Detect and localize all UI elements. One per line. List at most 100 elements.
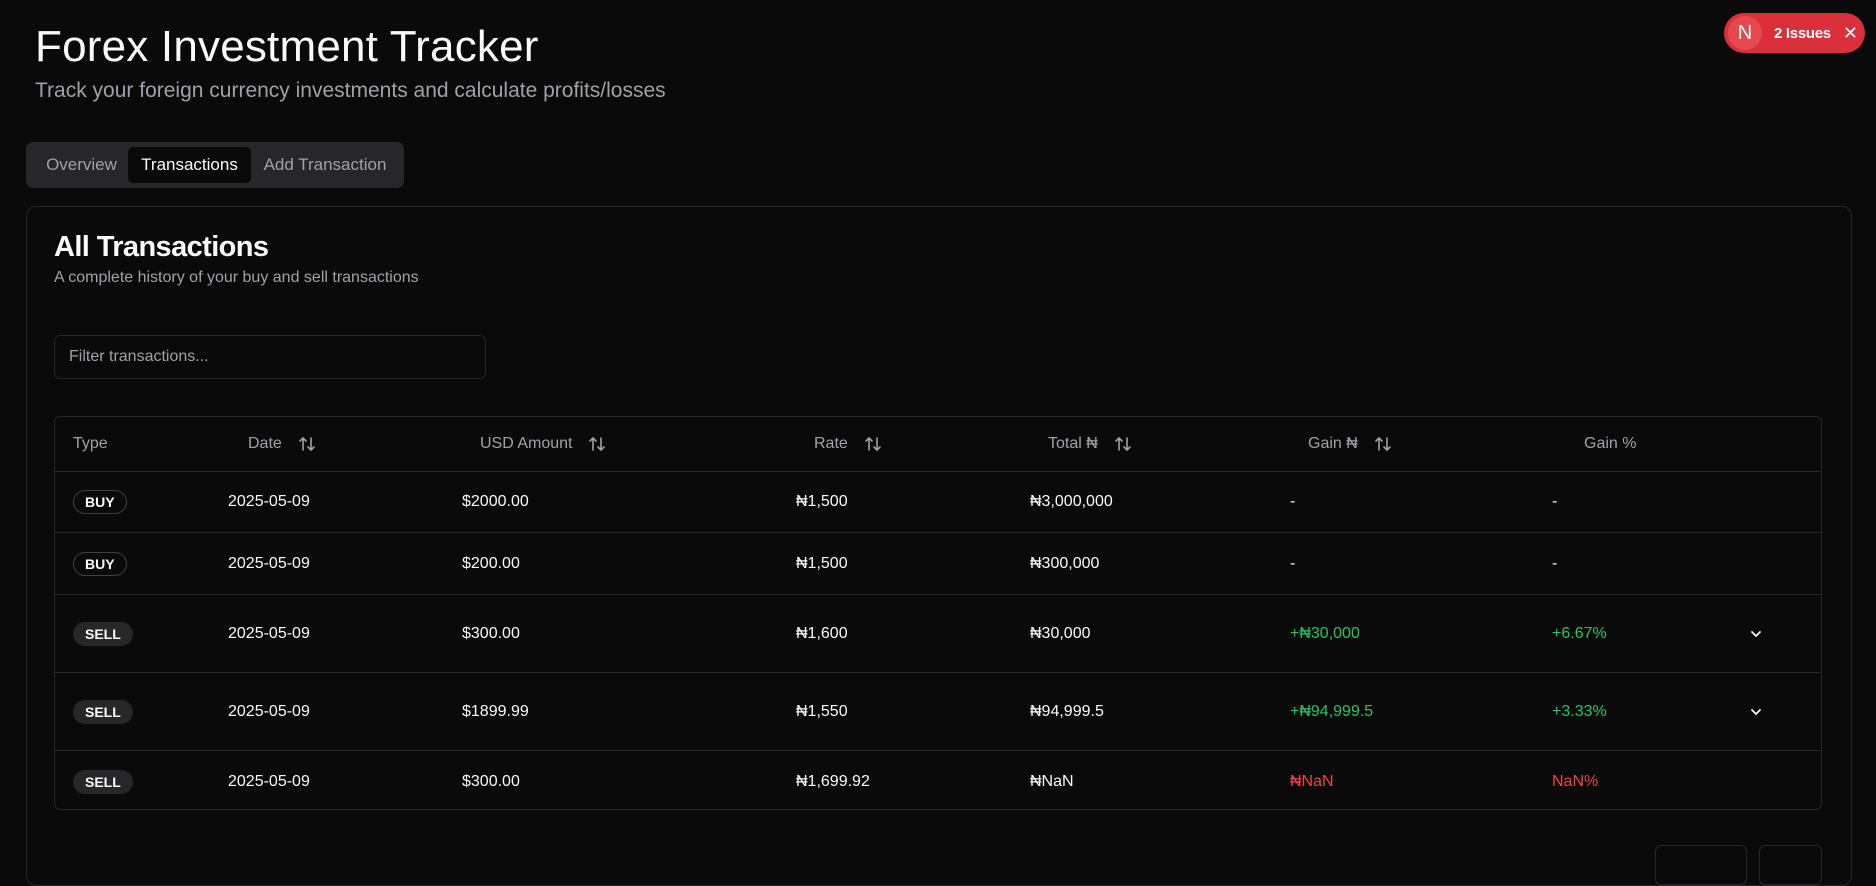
cell-value: +3.33%	[1552, 702, 1607, 720]
table-row: SELL 2025-05-09 $300.00 ₦1,699.92 ₦NaN ₦NaN Na…	[55, 751, 1821, 809]
cell-gain-pct: -	[1552, 533, 1557, 594]
page-subtitle: Track your foreign currency investments …	[35, 79, 666, 102]
type-badge: SELL	[73, 769, 133, 794]
cell-value: ₦1,500	[796, 493, 848, 510]
cell-value: +₦94,999.5	[1290, 702, 1374, 720]
cell-value: ₦1,550	[796, 702, 848, 720]
column-header-label: Date	[248, 435, 282, 452]
cell-value: ₦1,600	[796, 624, 848, 642]
card-description: A complete history of your buy and sell …	[54, 269, 419, 286]
table-row: SELL 2025-05-09 $300.00 ₦1,600 ₦30,000 +₦30,0…	[55, 595, 1821, 673]
cell-value: -	[1552, 493, 1558, 510]
issues-badge[interactable]: N 2 Issues ✕	[1724, 13, 1865, 53]
cell-type: BUY	[73, 533, 127, 594]
cell-date: 2025-05-09	[228, 472, 310, 532]
chevron-down-icon[interactable]	[1748, 673, 1764, 750]
column-header-label: Rate	[814, 435, 848, 452]
column-header-total[interactable]: Total ₦	[1048, 417, 1132, 471]
type-badge: SELL	[73, 621, 133, 646]
cell-total: ₦300,000	[1030, 533, 1099, 594]
cell-type: SELL	[73, 751, 133, 809]
column-header-label: Gain ₦	[1308, 435, 1358, 452]
column-header-label: USD Amount	[480, 435, 573, 452]
table-row: BUY 2025-05-09 $2000.00 ₦1,500 ₦3,000,000 - -	[55, 472, 1821, 533]
cell-value: ₦1,500	[796, 554, 848, 572]
sort-arrows-icon[interactable]	[864, 435, 882, 453]
transactions-table: Type Date USD Amount Rate Total ₦ Gain ₦ Gain …	[54, 416, 1822, 810]
cell-gain-pct: NaN%	[1552, 751, 1599, 809]
cell-value: ₦1,699.92	[796, 772, 870, 790]
tab-add-transaction[interactable]: Add Transaction	[252, 147, 398, 183]
next-page-button[interactable]	[1759, 845, 1822, 885]
cell-value: -	[1290, 493, 1296, 510]
cell-usd: $300.00	[462, 595, 520, 672]
sort-arrows-icon[interactable]	[298, 435, 316, 453]
cell-rate: ₦1,500	[796, 533, 848, 594]
sort-arrows-icon[interactable]	[1114, 435, 1132, 453]
cell-value: NaN%	[1552, 772, 1599, 790]
cell-usd: $1899.99	[462, 673, 529, 750]
cell-type: SELL	[73, 673, 133, 750]
cell-value: 2025-05-09	[228, 702, 310, 720]
column-header-type: Type	[73, 417, 108, 471]
cell-date: 2025-05-09	[228, 673, 310, 750]
cell-date: 2025-05-09	[228, 751, 310, 809]
tab-overview[interactable]: Overview	[32, 147, 131, 183]
cell-value: ₦94,999.5	[1030, 702, 1104, 720]
column-header-date[interactable]: Date	[248, 417, 316, 471]
cell-value: $200.00	[462, 554, 520, 572]
cell-value: 2025-05-09	[228, 772, 310, 790]
cell-value: ₦NaN	[1290, 772, 1334, 790]
cell-value: 2025-05-09	[228, 554, 310, 572]
table-header: Type Date USD Amount Rate Total ₦ Gain ₦ Gain …	[55, 417, 1821, 472]
close-icon[interactable]: ✕	[1843, 24, 1858, 42]
cell-value: $1899.99	[462, 702, 529, 720]
cell-usd: $200.00	[462, 533, 520, 594]
cell-date: 2025-05-09	[228, 533, 310, 594]
page-title: Forex Investment Tracker	[35, 22, 539, 71]
chevron-down-icon[interactable]	[1748, 595, 1764, 672]
cell-type: SELL	[73, 595, 133, 672]
cell-gain-pct: -	[1552, 472, 1557, 532]
cell-value: $300.00	[462, 624, 520, 642]
filter-input[interactable]	[54, 335, 486, 379]
cell-value: ₦3,000,000	[1030, 493, 1113, 510]
sort-arrows-icon[interactable]	[588, 435, 606, 453]
cell-total: ₦94,999.5	[1030, 673, 1104, 750]
column-header-rate[interactable]: Rate	[814, 417, 882, 471]
cell-value: ₦300,000	[1030, 554, 1100, 572]
cell-value: ₦NaN	[1030, 772, 1074, 790]
table-row: BUY 2025-05-09 $200.00 ₦1,500 ₦300,000 - -	[55, 533, 1821, 595]
cell-value: $300.00	[462, 772, 520, 790]
cell-gain: +₦94,999.5	[1290, 673, 1373, 750]
cell-gain: +₦30,000	[1290, 595, 1360, 672]
cell-total: ₦3,000,000	[1030, 472, 1113, 532]
type-badge: BUY	[73, 551, 127, 576]
cell-value: $2000.00	[462, 493, 529, 510]
tab-list: Overview Transactions Add Transaction	[26, 142, 404, 188]
cell-gain-pct: +3.33%	[1552, 673, 1607, 750]
cell-gain: -	[1290, 472, 1295, 532]
tab-transactions[interactable]: Transactions	[128, 147, 251, 183]
cell-usd: $300.00	[462, 751, 520, 809]
cell-value: ₦30,000	[1030, 624, 1091, 642]
column-header-usd-amount[interactable]: USD Amount	[480, 417, 606, 471]
sort-arrows-icon[interactable]	[1374, 435, 1392, 453]
cell-type: BUY	[73, 472, 127, 532]
cell-total: ₦30,000	[1030, 595, 1091, 672]
cell-value: 2025-05-09	[228, 493, 310, 510]
column-header-gain[interactable]: Gain ₦	[1308, 417, 1392, 471]
cell-value: -	[1552, 554, 1558, 572]
cell-gain: -	[1290, 533, 1295, 594]
cell-usd: $2000.00	[462, 472, 529, 532]
nextjs-logo-icon[interactable]: N	[1728, 16, 1762, 50]
cell-gain: ₦NaN	[1290, 751, 1334, 809]
type-badge: BUY	[73, 490, 127, 514]
table-body: BUY 2025-05-09 $2000.00 ₦1,500 ₦3,000,000- - B…	[55, 472, 1821, 809]
cell-gain-pct: +6.67%	[1552, 595, 1607, 672]
column-header-gain: Gain %	[1584, 417, 1636, 471]
cell-rate: ₦1,500	[796, 472, 848, 532]
column-header-label: Gain %	[1584, 435, 1637, 452]
column-header-label: Total ₦	[1048, 435, 1098, 452]
previous-page-button[interactable]	[1655, 845, 1747, 885]
